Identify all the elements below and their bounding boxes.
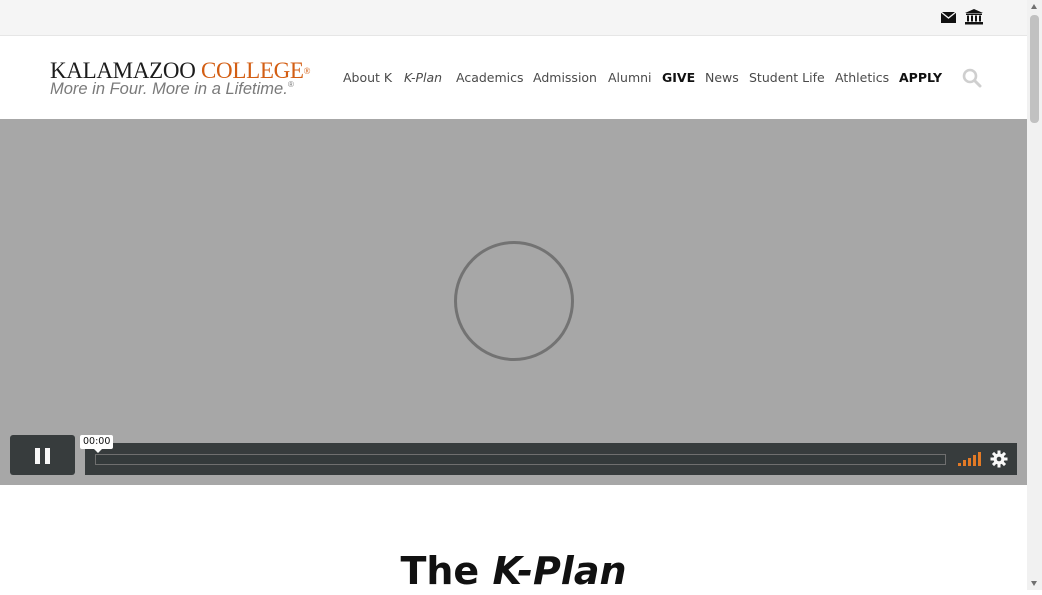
nav-item-academics[interactable]: Academics	[456, 70, 524, 85]
video-player[interactable]: 00:00	[0, 119, 1027, 485]
scroll-down-arrow-icon[interactable]	[1031, 581, 1037, 586]
nav-item-admission[interactable]: Admission	[533, 70, 597, 85]
nav-item-student-life[interactable]: Student Life	[749, 70, 825, 85]
scroll-up-arrow-icon[interactable]	[1031, 4, 1037, 9]
institution-icon[interactable]	[965, 9, 983, 25]
pause-button[interactable]	[10, 435, 75, 475]
loading-spinner	[454, 241, 574, 361]
site-header: KALAMAZOO COLLEGE® More in Four. More in…	[0, 36, 1027, 119]
logo-tagline: More in Four. More in a Lifetime.®	[50, 80, 294, 98]
nav-item-about-k[interactable]: About K	[343, 70, 392, 85]
nav-item-apply[interactable]: APPLY	[899, 70, 942, 85]
nav-item-news[interactable]: News	[705, 70, 739, 85]
utility-bar	[0, 0, 1027, 36]
scrollbar[interactable]	[1027, 0, 1042, 590]
gear-icon[interactable]	[990, 450, 1008, 468]
nav-item-give[interactable]: GIVE	[662, 70, 695, 85]
page-title: The K-Plan	[400, 549, 627, 594]
search-icon[interactable]	[962, 68, 982, 88]
nav-item-athletics[interactable]: Athletics	[835, 70, 889, 85]
video-control-bar	[85, 443, 1017, 475]
nav-item-k-plan[interactable]: K-Plan	[404, 70, 442, 85]
video-timeline[interactable]	[95, 454, 946, 465]
college-logo[interactable]: KALAMAZOO COLLEGE® More in Four. More in…	[50, 58, 340, 102]
nav-item-alumni[interactable]: Alumni	[608, 70, 652, 85]
current-time-tooltip: 00:00	[80, 435, 114, 453]
volume-icon[interactable]	[958, 452, 982, 466]
envelope-icon[interactable]	[940, 9, 958, 25]
scrollbar-thumb[interactable]	[1030, 15, 1039, 123]
pause-icon	[35, 448, 40, 464]
